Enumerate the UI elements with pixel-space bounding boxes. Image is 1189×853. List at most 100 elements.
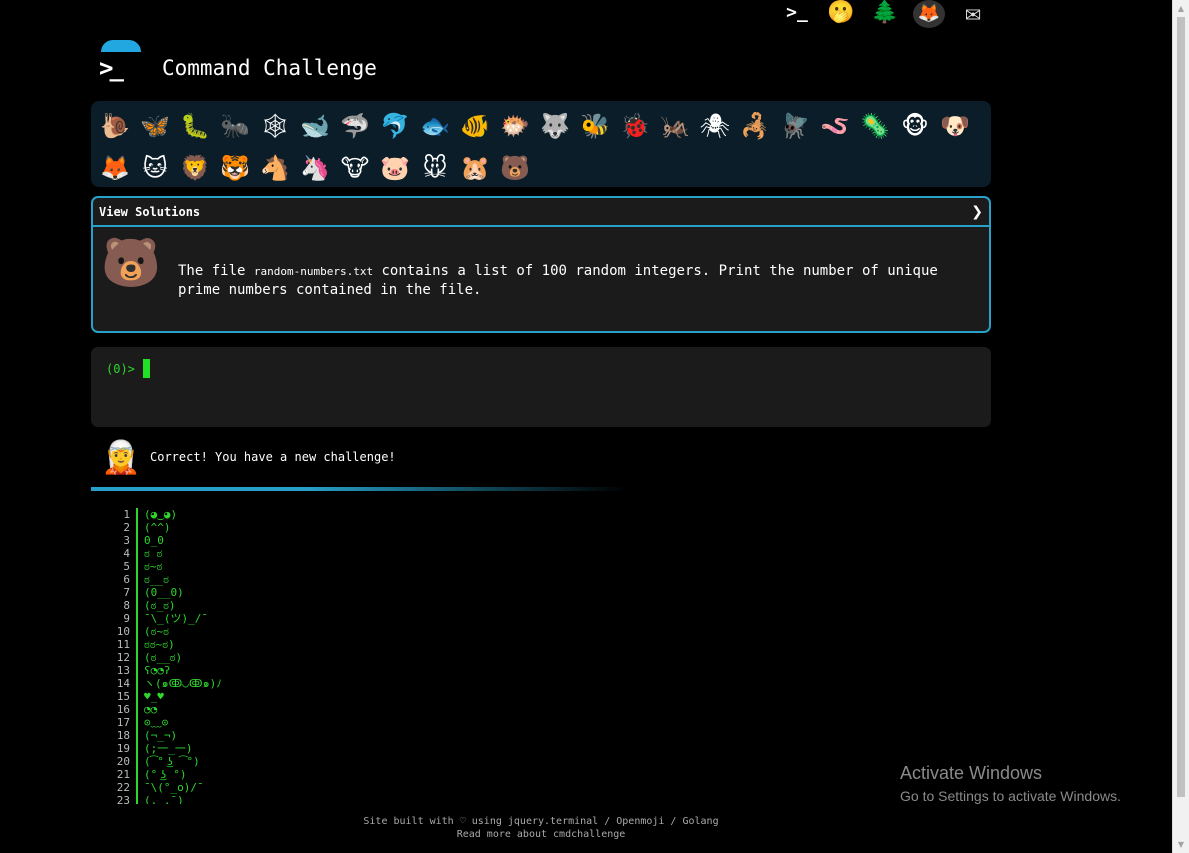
line-gutter bbox=[136, 781, 138, 794]
shark-icon[interactable]: 🦈 bbox=[335, 105, 375, 147]
line-text: (;一_一) bbox=[144, 742, 193, 755]
line-gutter bbox=[136, 768, 138, 781]
bee-icon[interactable]: 🐝 bbox=[575, 105, 615, 147]
line-gutter bbox=[136, 651, 138, 664]
output-line: 5 ಠ~ಠ bbox=[112, 560, 222, 573]
output-line: 3 0_0 bbox=[112, 534, 222, 547]
wolf-icon[interactable]: 🐺 bbox=[535, 105, 575, 147]
line-text: (◕‿◕) bbox=[144, 508, 178, 521]
spider-icon[interactable]: 🕷 bbox=[695, 105, 735, 147]
output-line: 15 ♥_♥ bbox=[112, 690, 222, 703]
line-gutter bbox=[136, 599, 138, 612]
line-number: 2 bbox=[123, 521, 130, 534]
line-number: 11 bbox=[116, 638, 130, 651]
tropical-fish-icon[interactable]: 🐠 bbox=[455, 105, 495, 147]
ladybug-icon[interactable]: 🐞 bbox=[615, 105, 655, 147]
activate-windows-title: Activate Windows bbox=[900, 763, 1043, 783]
line-number: 13 bbox=[116, 664, 130, 677]
footer: Site built with ♡ using jquery.terminal … bbox=[91, 815, 991, 841]
gitlab-icon[interactable]: 🦊 bbox=[913, 0, 945, 28]
line-number: 15 bbox=[116, 690, 130, 703]
tiger-icon[interactable]: 🐯 bbox=[215, 147, 255, 189]
footer-readmore-link[interactable]: Read more about cmdchallenge bbox=[91, 828, 991, 841]
terminal[interactable]: (0)> bbox=[91, 347, 991, 427]
hand-over-mouth-icon[interactable]: 🫢 bbox=[825, 0, 857, 26]
output-line: 18 (¬_¬) bbox=[112, 729, 222, 742]
mail-icon[interactable]: ✉ bbox=[957, 0, 989, 26]
snail-icon[interactable]: 🐌 bbox=[95, 105, 135, 147]
prompt-icon[interactable]: >_ bbox=[781, 0, 813, 26]
unicorn-icon[interactable]: 🦄 bbox=[295, 147, 335, 189]
output-line: 9 ¯\_(ツ)_/¯ bbox=[112, 612, 222, 625]
scrollbar-thumb[interactable] bbox=[1177, 17, 1185, 797]
line-number: 16 bbox=[116, 703, 130, 716]
fish-icon[interactable]: 🐟 bbox=[415, 105, 455, 147]
challenge-description: The file random-numbers.txt contains a l… bbox=[178, 262, 968, 299]
tree-icon[interactable]: 🌲 bbox=[869, 0, 901, 26]
spiderweb-icon[interactable]: 🕸 bbox=[255, 105, 295, 147]
challenge-animal-strip: 🐌 🦋 🐛 🐜 🕸 🐋 🦈 🐬 🐟 🐠 🐡 🐺 🐝 🐞 🦗 🕷 🦂 🪰 🪱 🦠 🐵 🐶 🦊 🐱 🦁 🐯 🐴 🦄 🐮 🐷 🐭 🐹 🐻 bbox=[91, 101, 991, 187]
scroll-up-icon[interactable]: ▲ bbox=[1173, 0, 1189, 17]
line-number: 1 bbox=[123, 508, 130, 521]
monkey-icon[interactable]: 🐵 bbox=[895, 105, 935, 147]
line-text: 0_0 bbox=[144, 534, 164, 547]
output-line: 22 ¯\(°_o)/¯ bbox=[112, 781, 222, 794]
line-gutter bbox=[136, 521, 138, 534]
whale-icon[interactable]: 🐋 bbox=[295, 105, 335, 147]
fly-icon[interactable]: 🪰 bbox=[775, 105, 815, 147]
butterfly-icon[interactable]: 🦋 bbox=[135, 105, 175, 147]
footer-credits[interactable]: Site built with ♡ using jquery.terminal … bbox=[91, 815, 991, 828]
dog-icon[interactable]: 🐶 bbox=[935, 105, 975, 147]
line-number: 12 bbox=[116, 651, 130, 664]
line-number: 14 bbox=[116, 677, 130, 690]
dolphin-icon[interactable]: 🐬 bbox=[375, 105, 415, 147]
fox-icon[interactable]: 🦊 bbox=[95, 147, 135, 189]
page-scrollbar[interactable]: ▲ ▼ bbox=[1172, 0, 1189, 853]
horse-icon[interactable]: 🐴 bbox=[255, 147, 295, 189]
line-gutter bbox=[136, 625, 138, 638]
line-number: 20 bbox=[116, 755, 130, 768]
feedback-message: Correct! You have a new challenge! bbox=[150, 450, 396, 464]
terminal-prompt-line[interactable]: (0)> bbox=[106, 359, 976, 378]
line-text: ⊙﹏⊙ bbox=[144, 716, 169, 729]
cow-icon[interactable]: 🐮 bbox=[335, 147, 375, 189]
line-text: ◔◔ bbox=[144, 703, 158, 716]
line-gutter bbox=[136, 638, 138, 651]
line-gutter bbox=[136, 547, 138, 560]
output-line: 21 (° ͜ʖ °) bbox=[112, 768, 222, 781]
line-number: 22 bbox=[116, 781, 130, 794]
line-text: (¬_¬) bbox=[144, 729, 178, 742]
mouse-icon[interactable]: 🐭 bbox=[415, 147, 455, 189]
bear-icon[interactable]: 🐻 bbox=[495, 147, 535, 189]
line-text: ಠ__ಠ bbox=[144, 573, 169, 586]
line-text: ಠ~ಠ bbox=[144, 560, 163, 573]
pig-icon[interactable]: 🐷 bbox=[375, 147, 415, 189]
cricket-icon[interactable]: 🦗 bbox=[655, 105, 695, 147]
blowfish-icon[interactable]: 🐡 bbox=[495, 105, 535, 147]
lion-icon[interactable]: 🦁 bbox=[175, 147, 215, 189]
scroll-down-icon[interactable]: ▼ bbox=[1173, 836, 1189, 853]
line-gutter bbox=[136, 703, 138, 716]
line-text: ♥_♥ bbox=[144, 690, 164, 703]
ant-icon[interactable]: 🐜 bbox=[215, 105, 255, 147]
scorpion-icon[interactable]: 🦂 bbox=[735, 105, 775, 147]
line-gutter bbox=[136, 560, 138, 573]
microbe-icon[interactable]: 🦠 bbox=[855, 105, 895, 147]
line-gutter bbox=[136, 534, 138, 547]
cat-icon[interactable]: 🐱 bbox=[135, 147, 175, 189]
output-line: 19 (;一_一) bbox=[112, 742, 222, 755]
caterpillar-icon[interactable]: 🐛 bbox=[175, 105, 215, 147]
output-line: 14 ヽ(๑ↂ◡ↂ๑)ﾉ bbox=[112, 677, 222, 690]
worm-icon[interactable]: 🪱 bbox=[815, 105, 855, 147]
line-gutter bbox=[136, 677, 138, 690]
view-solutions-toggle[interactable]: View Solutions ❯ bbox=[93, 198, 989, 227]
app-logo[interactable]: >_ bbox=[99, 40, 143, 82]
challenge-prefix: The file bbox=[178, 263, 254, 279]
solutions-panel: View Solutions ❯ 🐻 The file random-numbe… bbox=[91, 196, 991, 333]
line-gutter bbox=[136, 742, 138, 755]
line-number: 9 bbox=[123, 612, 130, 625]
output-listing: 1 (◕‿◕) 2 (^^) 3 0_0 4 ಠ ಠ 5 ಠ~ಠ 6 ಠ__ಠ 7 (0__0) 8 (ಠ_ಠ… bbox=[112, 508, 222, 804]
hamster-icon[interactable]: 🐹 bbox=[455, 147, 495, 189]
line-text: (._.¯) bbox=[144, 794, 184, 804]
line-gutter bbox=[136, 755, 138, 768]
